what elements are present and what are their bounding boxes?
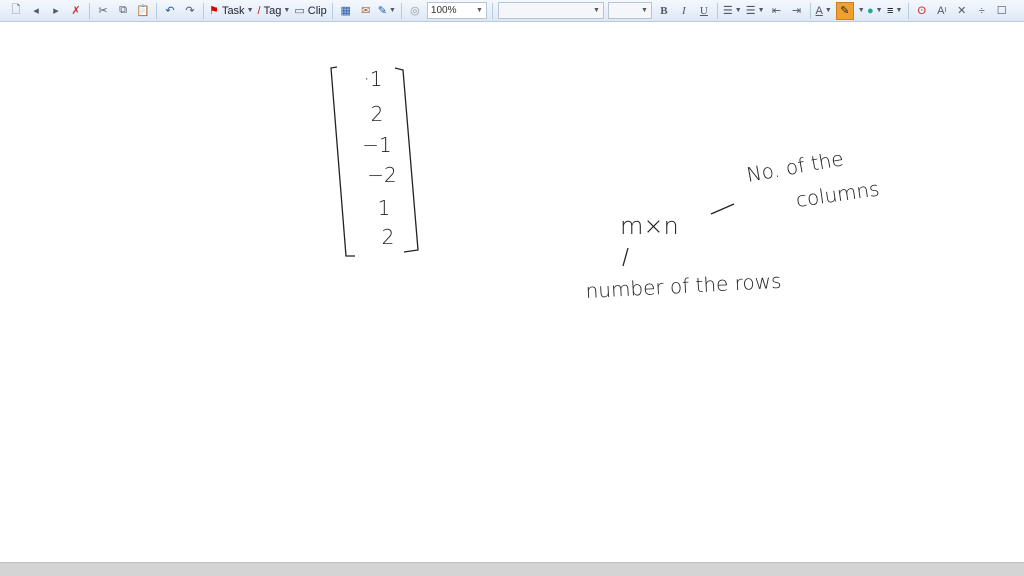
ink-to-text-icon[interactable]: AI [934, 2, 950, 20]
columns-label-line2: columns [794, 176, 881, 211]
chevron-down-icon: ▼ [640, 7, 648, 14]
matrix-entries: ·1 2 −1 −2 1 2 [362, 67, 396, 249]
flag-icon: ⚑ [209, 5, 219, 17]
matrix-entry: 2 [371, 102, 384, 126]
separator [331, 2, 333, 19]
delete-page-icon[interactable]: ✗ [68, 2, 84, 20]
tag-icon: / [257, 4, 261, 17]
font-size-select[interactable]: ▼ [607, 2, 652, 19]
cut-icon[interactable]: ✂ [95, 2, 111, 20]
separator [907, 2, 909, 19]
undo-icon[interactable]: ↶ [162, 2, 178, 20]
bold-button[interactable]: B [656, 2, 672, 20]
chevron-down-icon: ▼ [592, 7, 600, 14]
toolbar: 🗋 ◂ ▸ ✗ ✂ ⧉ 📋 ↶ ↷ ⚑ Task ▼ / Tag ▼ ▭ Clip … [0, 0, 1024, 22]
chevron-down-icon: ▼ [283, 7, 291, 14]
row-pointer-line [622, 247, 629, 267]
horizontal-scrollbar[interactable] [0, 562, 1024, 576]
separator [400, 2, 402, 19]
separator [716, 2, 718, 19]
matrix-entry: −2 [367, 163, 396, 187]
new-page-icon[interactable]: 🗋 [8, 2, 24, 20]
copy-icon[interactable]: ⧉ [115, 2, 131, 20]
highlight-pen-button[interactable]: ✎ [835, 1, 854, 20]
matrix-entry: 1 [378, 196, 391, 220]
separator [203, 2, 204, 19]
task-button[interactable]: ⚑ Task ▼ [209, 2, 254, 20]
insert-space-icon[interactable]: ÷ [974, 2, 990, 20]
line-weight-icon[interactable]: ≡ ▼ [887, 2, 903, 20]
columns-label-line1: No. of the [745, 146, 846, 187]
mxn-label: m×n [620, 212, 679, 240]
column-pointer-line [710, 203, 735, 215]
separator [89, 2, 90, 19]
help-icon[interactable]: ◎ [407, 2, 423, 20]
chevron-down-icon: ▼ [246, 7, 254, 14]
forward-icon[interactable]: ▸ [48, 2, 64, 20]
increase-indent-icon[interactable]: ⇥ [789, 2, 805, 20]
matrix-entry: 2 [382, 225, 395, 249]
italic-button[interactable]: I [676, 2, 692, 20]
note-canvas[interactable]: ·1 2 −1 −2 1 2 m×n No. of the columns nu… [0, 22, 1024, 562]
clip-icon: ▭ [294, 5, 305, 17]
paste-icon[interactable]: 📋 [135, 2, 151, 20]
lasso-icon[interactable]: ʘ [914, 2, 930, 20]
table-icon[interactable]: ▦ [338, 2, 354, 20]
chevron-down-icon: ▼ [857, 7, 865, 14]
pen-icon[interactable]: ✎ ▼ [378, 2, 396, 20]
tag-button[interactable]: / Tag ▼ [258, 2, 291, 20]
separator [156, 2, 157, 19]
chevron-down-icon: ▼ [824, 7, 832, 14]
back-icon[interactable]: ◂ [28, 2, 44, 20]
font-color-button[interactable]: A ▼ [816, 2, 832, 20]
font-name-select[interactable]: ▼ [497, 2, 604, 19]
decrease-indent-icon[interactable]: ⇤ [769, 2, 785, 20]
panning-icon[interactable]: ☐ [994, 2, 1010, 20]
eraser-icon[interactable]: ✕ [954, 2, 970, 20]
matrix-entry: −1 [362, 133, 391, 157]
ink-layer: ·1 2 −1 −2 1 2 m×n No. of the columns nu… [330, 66, 881, 303]
left-bracket [330, 66, 355, 257]
separator [809, 2, 811, 19]
separator [491, 2, 493, 19]
color-picker-icon[interactable]: ● ▼ [867, 2, 883, 20]
underline-button[interactable]: U [696, 2, 712, 20]
clip-button[interactable]: ▭ Clip [294, 2, 326, 20]
chevron-down-icon: ▼ [475, 7, 483, 14]
zoom-select[interactable]: 100% ▼ [426, 2, 487, 19]
rows-label: number of the rows [585, 269, 782, 303]
matrix-entry: ·1 [363, 67, 382, 91]
bullets-icon[interactable]: ☰ ▼ [723, 2, 742, 20]
redo-icon[interactable]: ↷ [182, 2, 198, 20]
attach-icon[interactable]: ✉ [358, 2, 374, 20]
right-bracket [394, 67, 419, 253]
numbering-icon[interactable]: ☰ ▼ [746, 2, 765, 20]
